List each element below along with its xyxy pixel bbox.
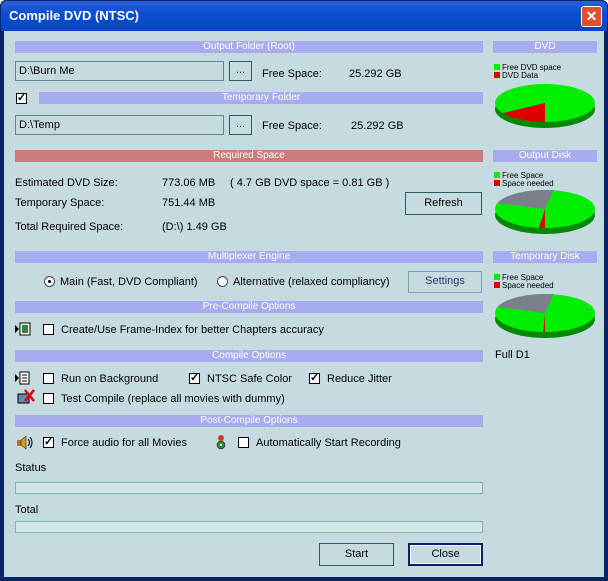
test-compile-checkbox[interactable] xyxy=(43,393,54,404)
temp-disk-legend: Free Space Space needed xyxy=(494,274,554,290)
est-dvd-size-note: ( 4.7 GB DVD space = 0.81 GB ) xyxy=(230,177,390,189)
settings-button[interactable]: Settings xyxy=(408,271,482,293)
close-button[interactable]: Close xyxy=(408,543,483,566)
temp-space-label: Temporary Space: xyxy=(15,197,105,209)
dvd-legend-data: DVD Data xyxy=(502,71,539,80)
start-button[interactable]: Start xyxy=(319,543,394,566)
output-disk-legend: Free Space Space needed xyxy=(494,172,554,188)
temp-free-label: Free Space: xyxy=(262,120,322,132)
close-window-button[interactable]: ✕ xyxy=(581,6,602,27)
temp-free-value: 25.292 GB xyxy=(351,120,404,132)
mux-alt-label: Alternative (relaxed compliancy) xyxy=(233,276,390,288)
temp-folder-field[interactable]: D:\Temp xyxy=(15,115,224,135)
precompile-header: Pre-Compile Options xyxy=(15,301,483,313)
mux-main-label: Main (Fast, DVD Compliant) xyxy=(60,276,198,288)
reduce-jitter-checkbox[interactable]: ✓ xyxy=(309,373,320,384)
window-title: Compile DVD (NTSC) xyxy=(9,8,139,23)
output-folder-field[interactable]: D:\Burn Me xyxy=(15,61,224,81)
temp-folder-checkbox[interactable]: ✓ xyxy=(16,93,27,104)
temp-browse-button[interactable]: ... xyxy=(229,115,252,135)
compile-header: Compile Options xyxy=(15,350,483,362)
client-area: Output Folder (Root) D:\Burn Me ... Free… xyxy=(4,31,604,577)
total-label: Total xyxy=(15,504,39,516)
temp-disk-pie-chart xyxy=(495,294,595,338)
speaker-icon xyxy=(16,434,36,451)
run-background-label: Run on Background xyxy=(61,373,159,385)
dialog-window: Compile DVD (NTSC) ✕ Output Folder (Root… xyxy=(0,0,608,581)
total-required-value: (D:\) 1.49 GB xyxy=(162,221,227,233)
auto-record-checkbox[interactable] xyxy=(238,437,249,448)
total-progress-bar xyxy=(15,521,483,533)
reduce-jitter-label: Reduce Jitter xyxy=(327,373,392,385)
status-progress-bar xyxy=(15,482,483,494)
frame-index-checkbox[interactable] xyxy=(43,324,54,335)
postcompile-header: Post-Compile Options xyxy=(15,415,483,427)
video-format-label: Full D1 xyxy=(495,349,530,361)
temp-space-value: 751.44 MB xyxy=(162,197,216,209)
mux-alt-radio[interactable] xyxy=(217,276,228,287)
force-audio-label: Force audio for all Movies xyxy=(61,437,187,449)
frame-index-icon xyxy=(15,322,31,336)
refresh-button[interactable]: Refresh xyxy=(405,192,482,215)
test-compile-icon xyxy=(17,389,35,405)
ntsc-safe-label: NTSC Safe Color xyxy=(207,373,292,385)
run-background-checkbox[interactable] xyxy=(43,373,54,384)
output-free-value: 25.292 GB xyxy=(349,68,402,80)
output-free-label: Free Space: xyxy=(262,68,322,80)
est-dvd-size-label: Estimated DVD Size: xyxy=(15,177,118,189)
title-bar[interactable]: Compile DVD (NTSC) ✕ xyxy=(1,1,607,31)
force-audio-checkbox[interactable]: ✓ xyxy=(43,437,54,448)
ntsc-safe-checkbox[interactable]: ✓ xyxy=(189,373,200,384)
dvd-legend: Free DVD space DVD Data xyxy=(494,64,561,80)
temp-disk-header: Temporary Disk xyxy=(493,251,597,263)
dvd-header: DVD xyxy=(493,41,597,53)
mux-main-radio[interactable] xyxy=(44,276,55,287)
background-run-icon xyxy=(15,371,31,385)
multiplexer-header: Multiplexer Engine xyxy=(15,251,483,263)
test-compile-label: Test Compile (replace all movies with du… xyxy=(61,393,285,405)
output-disk-header: Output Disk xyxy=(493,150,597,162)
output-disk-pie-chart xyxy=(495,190,595,234)
output-folder-header: Output Folder (Root) xyxy=(15,41,483,53)
total-required-label: Total Required Space: xyxy=(15,221,124,233)
required-space-header: Required Space xyxy=(15,150,483,162)
dvd-pie-chart xyxy=(495,84,595,128)
temp-legend-needed: Space needed xyxy=(502,281,554,290)
auto-record-label: Automatically Start Recording xyxy=(256,437,401,449)
est-dvd-size-value: 773.06 MB xyxy=(162,177,216,189)
status-label: Status xyxy=(15,462,47,474)
frame-index-label: Create/Use Frame-Index for better Chapte… xyxy=(61,324,324,336)
record-icon xyxy=(213,433,229,450)
temp-folder-header: Temporary Folder xyxy=(39,92,483,104)
output-browse-button[interactable]: ... xyxy=(229,61,252,81)
